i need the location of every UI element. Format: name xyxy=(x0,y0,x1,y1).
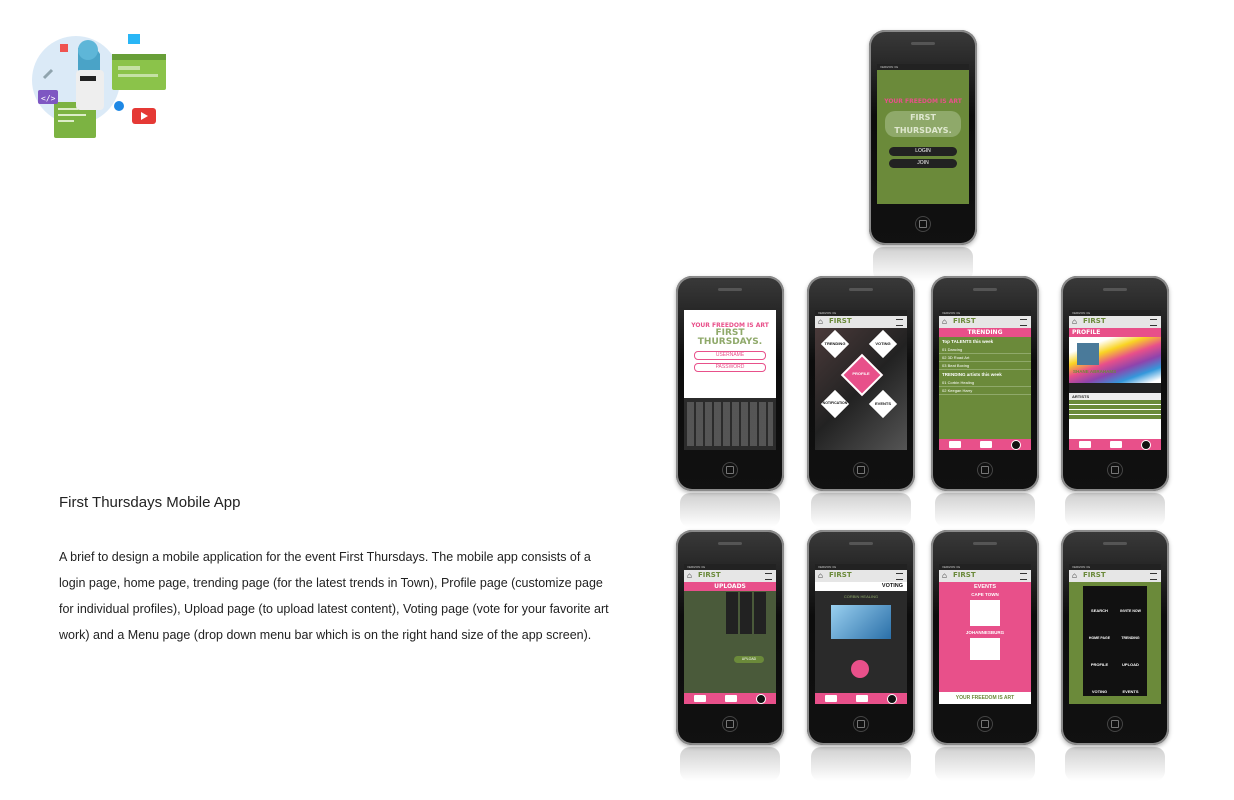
menu-icon[interactable] xyxy=(896,319,903,326)
home-button xyxy=(977,716,993,732)
phone-trending: VERIZON 3G ⌂ FIRST TRENDING Top TALENTS t… xyxy=(931,276,1039,527)
home-icon[interactable]: ⌂ xyxy=(818,318,823,326)
artist-rank: 02 xyxy=(942,388,947,393)
voting-artist: CORBIN HEALING xyxy=(843,594,879,599)
phone-login-form: YOUR FREEDOM IS ART FIRST THURSDAYS. USE… xyxy=(676,276,784,527)
phone-voting: VERIZON 3G ⌂ FIRST VOTING CORBIN HEALING xyxy=(807,530,915,781)
tab-bar[interactable] xyxy=(1069,439,1161,450)
menu-upload[interactable]: UPLOAD xyxy=(1116,642,1145,667)
header-logo: FIRST xyxy=(1083,571,1106,579)
username-field[interactable]: USERNAME xyxy=(694,351,766,360)
header-logo: FIRST xyxy=(698,571,721,579)
header-logo: FIRST xyxy=(829,571,852,579)
artists-section: ARTISTS xyxy=(1069,393,1161,400)
header-logo: FIRST xyxy=(953,317,976,325)
header-logo: FIRST xyxy=(953,571,976,579)
home-icon[interactable]: ⌂ xyxy=(687,572,692,580)
tab-bar[interactable] xyxy=(684,693,776,704)
artist-rank: 01 xyxy=(942,380,947,385)
home-button xyxy=(1107,462,1123,478)
profile-name: SHANE ABRAHAMS xyxy=(1073,369,1117,374)
menu-home[interactable]: HOME PAGE xyxy=(1085,615,1114,640)
uploads-title: UPLOADS xyxy=(684,582,776,591)
phone-menu: VERIZON 3G ⌂ FIRST SEARCH INVITE NOW HOME… xyxy=(1061,530,1169,781)
home-button xyxy=(977,462,993,478)
phone-home: VERIZON 3G ⌂ FIRST TRENDING VOTING PROFIL… xyxy=(807,276,915,527)
profile-title: PROFILE xyxy=(1069,328,1161,337)
menu-icon[interactable] xyxy=(1020,573,1027,580)
talent-rank: 01 xyxy=(942,347,947,352)
artwork-image xyxy=(831,605,891,639)
avatar xyxy=(1077,343,1099,365)
logo: FIRST THURSDAYS. xyxy=(885,111,961,137)
tab-bar[interactable] xyxy=(815,693,907,704)
phone-profile: VERIZON 3G ⌂ FIRST PROFILE SHANE ABRAHAMS… xyxy=(1061,276,1169,527)
home-button xyxy=(722,462,738,478)
talents-heading: Top TALENTS this week xyxy=(942,339,994,344)
join-button[interactable]: JOIN xyxy=(889,159,957,168)
password-field[interactable]: PASSWORD xyxy=(694,363,766,372)
menu-invite[interactable]: INVITE NOW xyxy=(1116,588,1145,613)
menu-voting[interactable]: VOTING xyxy=(1085,669,1114,694)
tab-bar[interactable] xyxy=(939,439,1031,450)
event-city-johannesburg[interactable]: JOHANNESBURG xyxy=(939,630,1031,635)
tagline: YOUR FREEDOM IS ART xyxy=(884,98,962,105)
menu-events[interactable]: EVENTS xyxy=(1116,669,1145,694)
phone-uploads: VERIZON 3G ⌂ FIRST UPLOADS UPLOAD xyxy=(676,530,784,781)
header-logo: FIRST xyxy=(829,317,852,325)
home-button xyxy=(915,216,931,232)
event-city-cape-town[interactable]: CAPE TOWN xyxy=(939,592,1031,597)
menu-profile[interactable]: PROFILE xyxy=(1085,642,1114,667)
trending-title: TRENDING xyxy=(939,328,1031,337)
menu-icon[interactable] xyxy=(1150,573,1157,580)
home-icon[interactable]: ⌂ xyxy=(818,572,823,580)
artist-name[interactable]: Corbin Healing xyxy=(948,380,974,385)
home-icon[interactable]: ⌂ xyxy=(1072,318,1077,326)
home-button xyxy=(722,716,738,732)
home-trending[interactable]: TRENDING xyxy=(819,341,851,346)
menu-trending[interactable]: TRENDING xyxy=(1116,615,1145,640)
talent-rank: 02 xyxy=(942,355,947,360)
artist-name[interactable]: Keegan Harry xyxy=(948,388,973,393)
voting-title: VOTING xyxy=(815,582,907,591)
upload-button[interactable]: UPLOAD xyxy=(734,656,764,663)
login-button[interactable]: LOGIN xyxy=(889,147,957,156)
header-logo: FIRST xyxy=(1083,317,1106,325)
home-icon[interactable]: ⌂ xyxy=(942,318,947,326)
play-button[interactable] xyxy=(851,660,869,678)
artists-heading: TRENDING artists this week xyxy=(942,372,1002,377)
home-voting[interactable]: VOTING xyxy=(867,341,899,346)
home-button xyxy=(1107,716,1123,732)
menu-icon[interactable] xyxy=(765,573,772,580)
menu-icon[interactable] xyxy=(1150,319,1157,326)
home-button xyxy=(853,716,869,732)
upload-grid[interactable] xyxy=(726,592,766,634)
talent-name[interactable]: Beat Boxing xyxy=(948,363,970,368)
menu-search[interactable]: SEARCH xyxy=(1085,588,1114,613)
keyboard[interactable] xyxy=(684,398,776,450)
home-notification[interactable]: NOTIFICATION xyxy=(817,401,853,405)
events-title: EVENTS xyxy=(973,584,996,590)
home-icon[interactable]: ⌂ xyxy=(1072,572,1077,580)
svg-text:</>: </> xyxy=(41,94,56,103)
home-events[interactable]: EVENTS xyxy=(867,401,899,406)
talent-name[interactable]: Dancing xyxy=(948,347,963,352)
phone-events: VERIZON 3G ⌂ FIRST EVENTS CAPE TOWN JOHAN… xyxy=(931,530,1039,781)
menu-icon[interactable] xyxy=(896,573,903,580)
home-icon[interactable]: ⌂ xyxy=(942,572,947,580)
phone-login-splash: VERIZON 3G YOUR FREEDOM IS ART FIRST THU… xyxy=(869,30,977,281)
project-description: A brief to design a mobile application f… xyxy=(59,550,609,642)
home-button xyxy=(853,462,869,478)
project-title: First Thursdays Mobile App xyxy=(59,494,241,511)
menu-icon[interactable] xyxy=(1020,319,1027,326)
talent-name[interactable]: 3D Road Art xyxy=(948,355,970,360)
home-profile[interactable]: PROFILE xyxy=(844,371,878,376)
tagline-footer: YOUR FREEDOM IS ART xyxy=(939,692,1031,704)
logo: FIRST THURSDAYS. xyxy=(697,328,763,347)
talent-rank: 03 xyxy=(942,363,947,368)
developer-illustration: </> xyxy=(24,28,170,144)
